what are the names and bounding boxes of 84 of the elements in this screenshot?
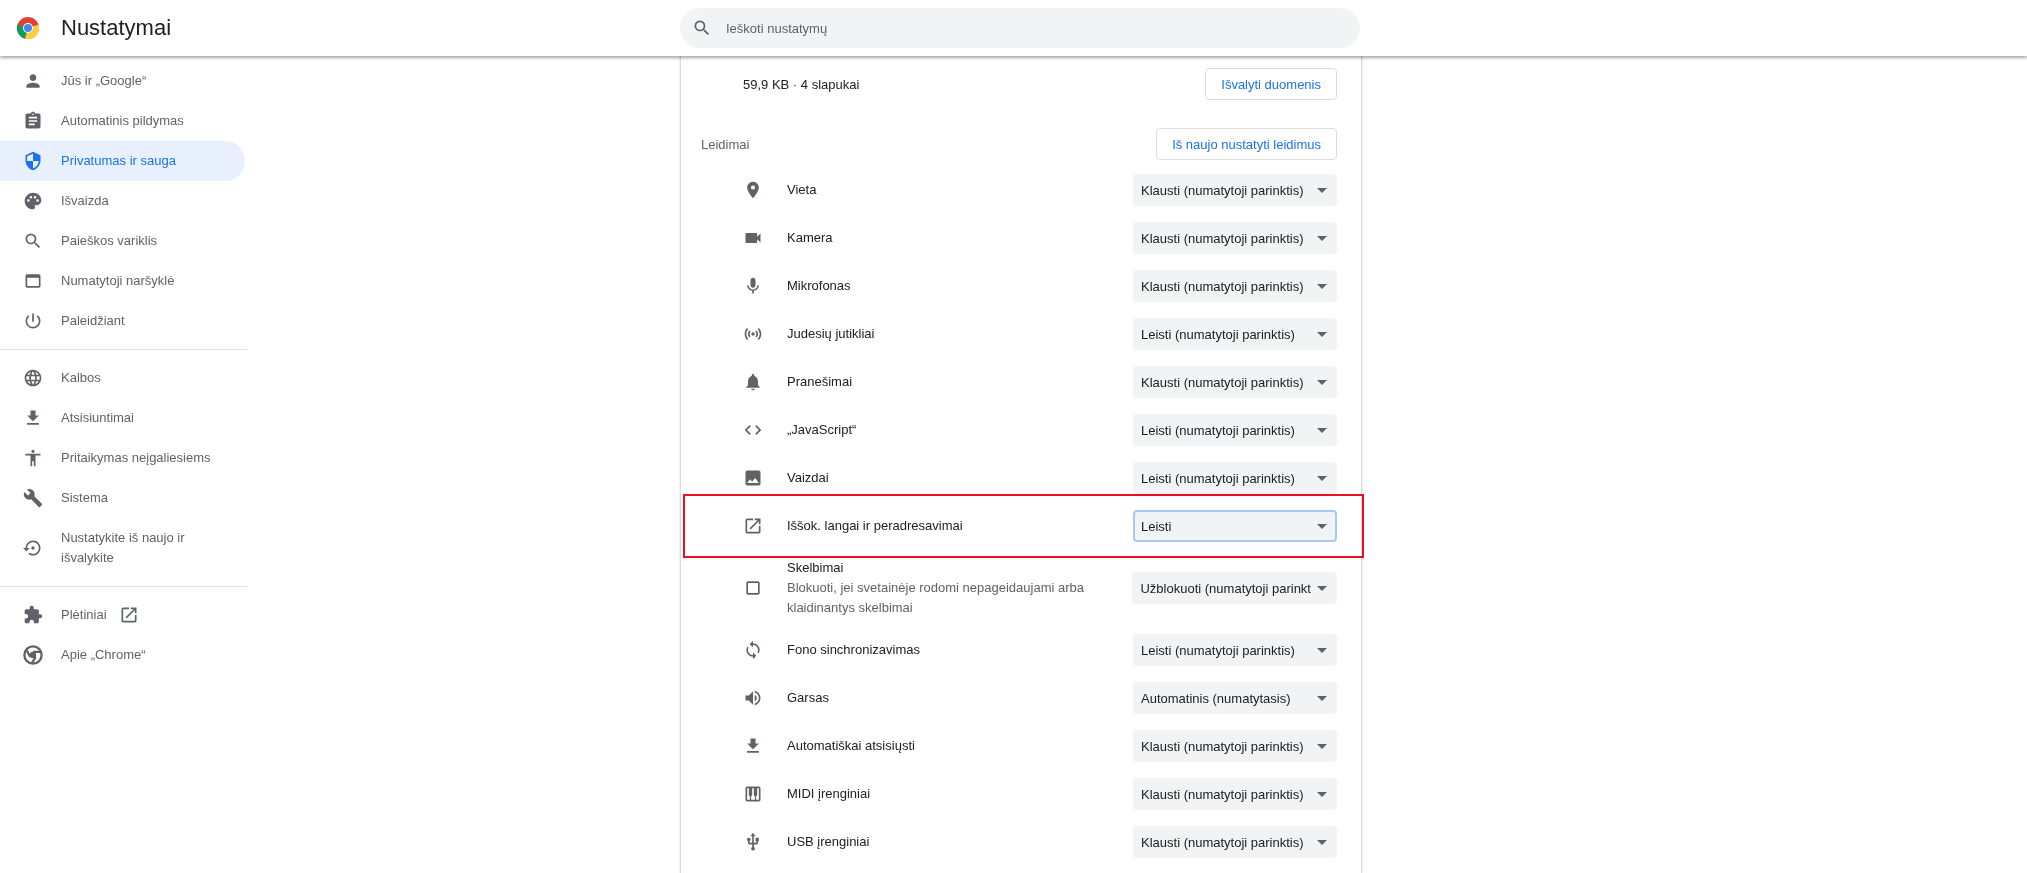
permission-dropdown[interactable]: Leisti (numatytoji parinktis) <box>1133 318 1337 350</box>
caret-icon <box>1317 475 1327 481</box>
permission-dropdown[interactable]: Automatinis (numatytasis) <box>1133 682 1337 714</box>
sidebar-item[interactable]: Automatinis pildymas <box>0 101 245 141</box>
permission-dropdown[interactable]: Leisti (numatytoji parinktis) <box>1133 462 1337 494</box>
sidebar-item[interactable]: Apie „Chrome“ <box>0 635 245 675</box>
shield-icon <box>23 151 43 171</box>
permission-label: „JavaScript“ <box>787 421 858 439</box>
restore-icon <box>23 538 43 558</box>
permission-label: Vaizdai <box>787 469 830 487</box>
caret-icon <box>1317 647 1327 653</box>
search-icon <box>23 231 43 251</box>
caret-icon <box>1317 585 1327 591</box>
permission-label: USB įrenginiai <box>787 833 871 851</box>
sidebar-item[interactable]: Išvaizda <box>0 181 245 221</box>
chrome-logo-icon <box>23 645 43 665</box>
permission-label: Fono sinchronizavimas <box>787 641 921 659</box>
permission-dropdown[interactable]: Klausti (numatytoji parinktis) <box>1133 778 1337 810</box>
permission-dropdown[interactable]: Klausti (numatytoji parinktis) <box>1133 730 1337 762</box>
permission-dropdown[interactable]: Klausti (numatytoji parinktis) <box>1133 270 1337 302</box>
search-field[interactable]: Ieškoti nustatymų <box>680 8 1360 48</box>
sidebar-item[interactable]: Nustatykite iš naujo ir išvalykite <box>0 518 245 578</box>
puzzle-icon <box>23 605 43 625</box>
window-icon <box>743 578 763 598</box>
caret-icon <box>1317 791 1327 797</box>
caret-icon <box>1317 743 1327 749</box>
sidebar-item[interactable]: Jūs ir „Google“ <box>0 61 245 101</box>
permission-label: Garsas <box>787 689 830 707</box>
browser-window-icon <box>23 271 43 291</box>
sidebar-item[interactable]: Atsisiuntimai <box>0 398 245 438</box>
sidebar-item[interactable]: Privatumas ir sauga <box>0 141 245 181</box>
section-title: Leidimai <box>701 136 750 152</box>
page-title: Nustatymai <box>61 15 172 41</box>
permission-dropdown[interactable]: Klausti (numatytoji parinktis) <box>1133 174 1337 206</box>
permission-dropdown[interactable]: Užblokuoti (numatytoji parinkt <box>1132 572 1337 604</box>
sidebar-item[interactable]: Plėtiniai <box>0 595 245 635</box>
clear-data-button[interactable]: Išvalyti duomenis <box>1205 68 1337 100</box>
caret-icon <box>1317 283 1327 289</box>
caret-icon <box>1317 379 1327 385</box>
caret-icon <box>1317 331 1327 337</box>
sidebar-item[interactable]: Paleidžiant <box>0 301 245 341</box>
accessibility-icon <box>23 448 43 468</box>
permission-dropdown[interactable]: Klausti (numatytoji parinktis) <box>1133 222 1337 254</box>
power-icon <box>23 311 43 331</box>
permission-label: Pranešimai <box>787 373 854 391</box>
permission-label: Judesių jutikliai <box>787 325 876 343</box>
permission-label: Iššok. langai ir peradresavimai <box>787 517 964 535</box>
bell-icon <box>743 372 763 392</box>
sidebar-item[interactable]: Numatytoji naršyklė <box>0 261 245 301</box>
globe-icon <box>23 368 43 388</box>
palette-icon <box>23 191 43 211</box>
permission-dropdown[interactable]: Klausti (numatytoji parinktis) <box>1133 366 1337 398</box>
sidebar-item[interactable]: Pritaikymas neįgaliesiems <box>0 438 245 478</box>
permission-label: Vieta <box>787 181 818 199</box>
caret-icon <box>1317 187 1327 193</box>
permission-label: Mikrofonas <box>787 277 852 295</box>
permission-dropdown[interactable]: Leisti <box>1133 510 1337 542</box>
permission-dropdown[interactable]: Klausti (numatytoji parinktis) <box>1133 826 1337 858</box>
sidebar-item[interactable]: Sistema <box>0 478 245 518</box>
storage-usage-text: 59,9 KB · 4 slapukai <box>743 76 860 92</box>
caret-icon <box>1317 839 1327 845</box>
caret-icon <box>1317 235 1327 241</box>
caret-icon <box>1317 695 1327 701</box>
permission-dropdown[interactable]: Leisti (numatytoji parinktis) <box>1133 414 1337 446</box>
clipboard-icon <box>23 111 43 131</box>
piano-icon <box>743 784 763 804</box>
permission-label: Skelbimai <box>787 559 845 577</box>
reset-permissions-button[interactable]: Iš naujo nustatyti leidimus <box>1156 128 1337 160</box>
permission-label: MIDI įrenginiai <box>787 785 872 803</box>
open-in-new-icon <box>743 516 763 536</box>
wrench-icon <box>23 488 43 508</box>
caret-icon <box>1317 427 1327 433</box>
caret-icon <box>1317 523 1327 529</box>
search-icon <box>692 18 712 38</box>
permission-dropdown[interactable]: Leisti (numatytoji parinktis) <box>1133 634 1337 666</box>
speaker-icon <box>743 688 763 708</box>
sidebar-item[interactable]: Kalbos <box>0 358 245 398</box>
permission-label: Automatiškai atsisiųsti <box>787 737 916 755</box>
permission-label: Kamera <box>787 229 834 247</box>
sync-icon <box>743 640 763 660</box>
image-icon <box>743 468 763 488</box>
chrome-logo-icon <box>17 17 39 39</box>
sidebar-item[interactable]: Paieškos variklis <box>0 221 245 261</box>
permission-description: Blokuoti, jei svetainėje rodomi nepageidaujami arba klaidinantys skelbimai <box>787 579 1085 617</box>
